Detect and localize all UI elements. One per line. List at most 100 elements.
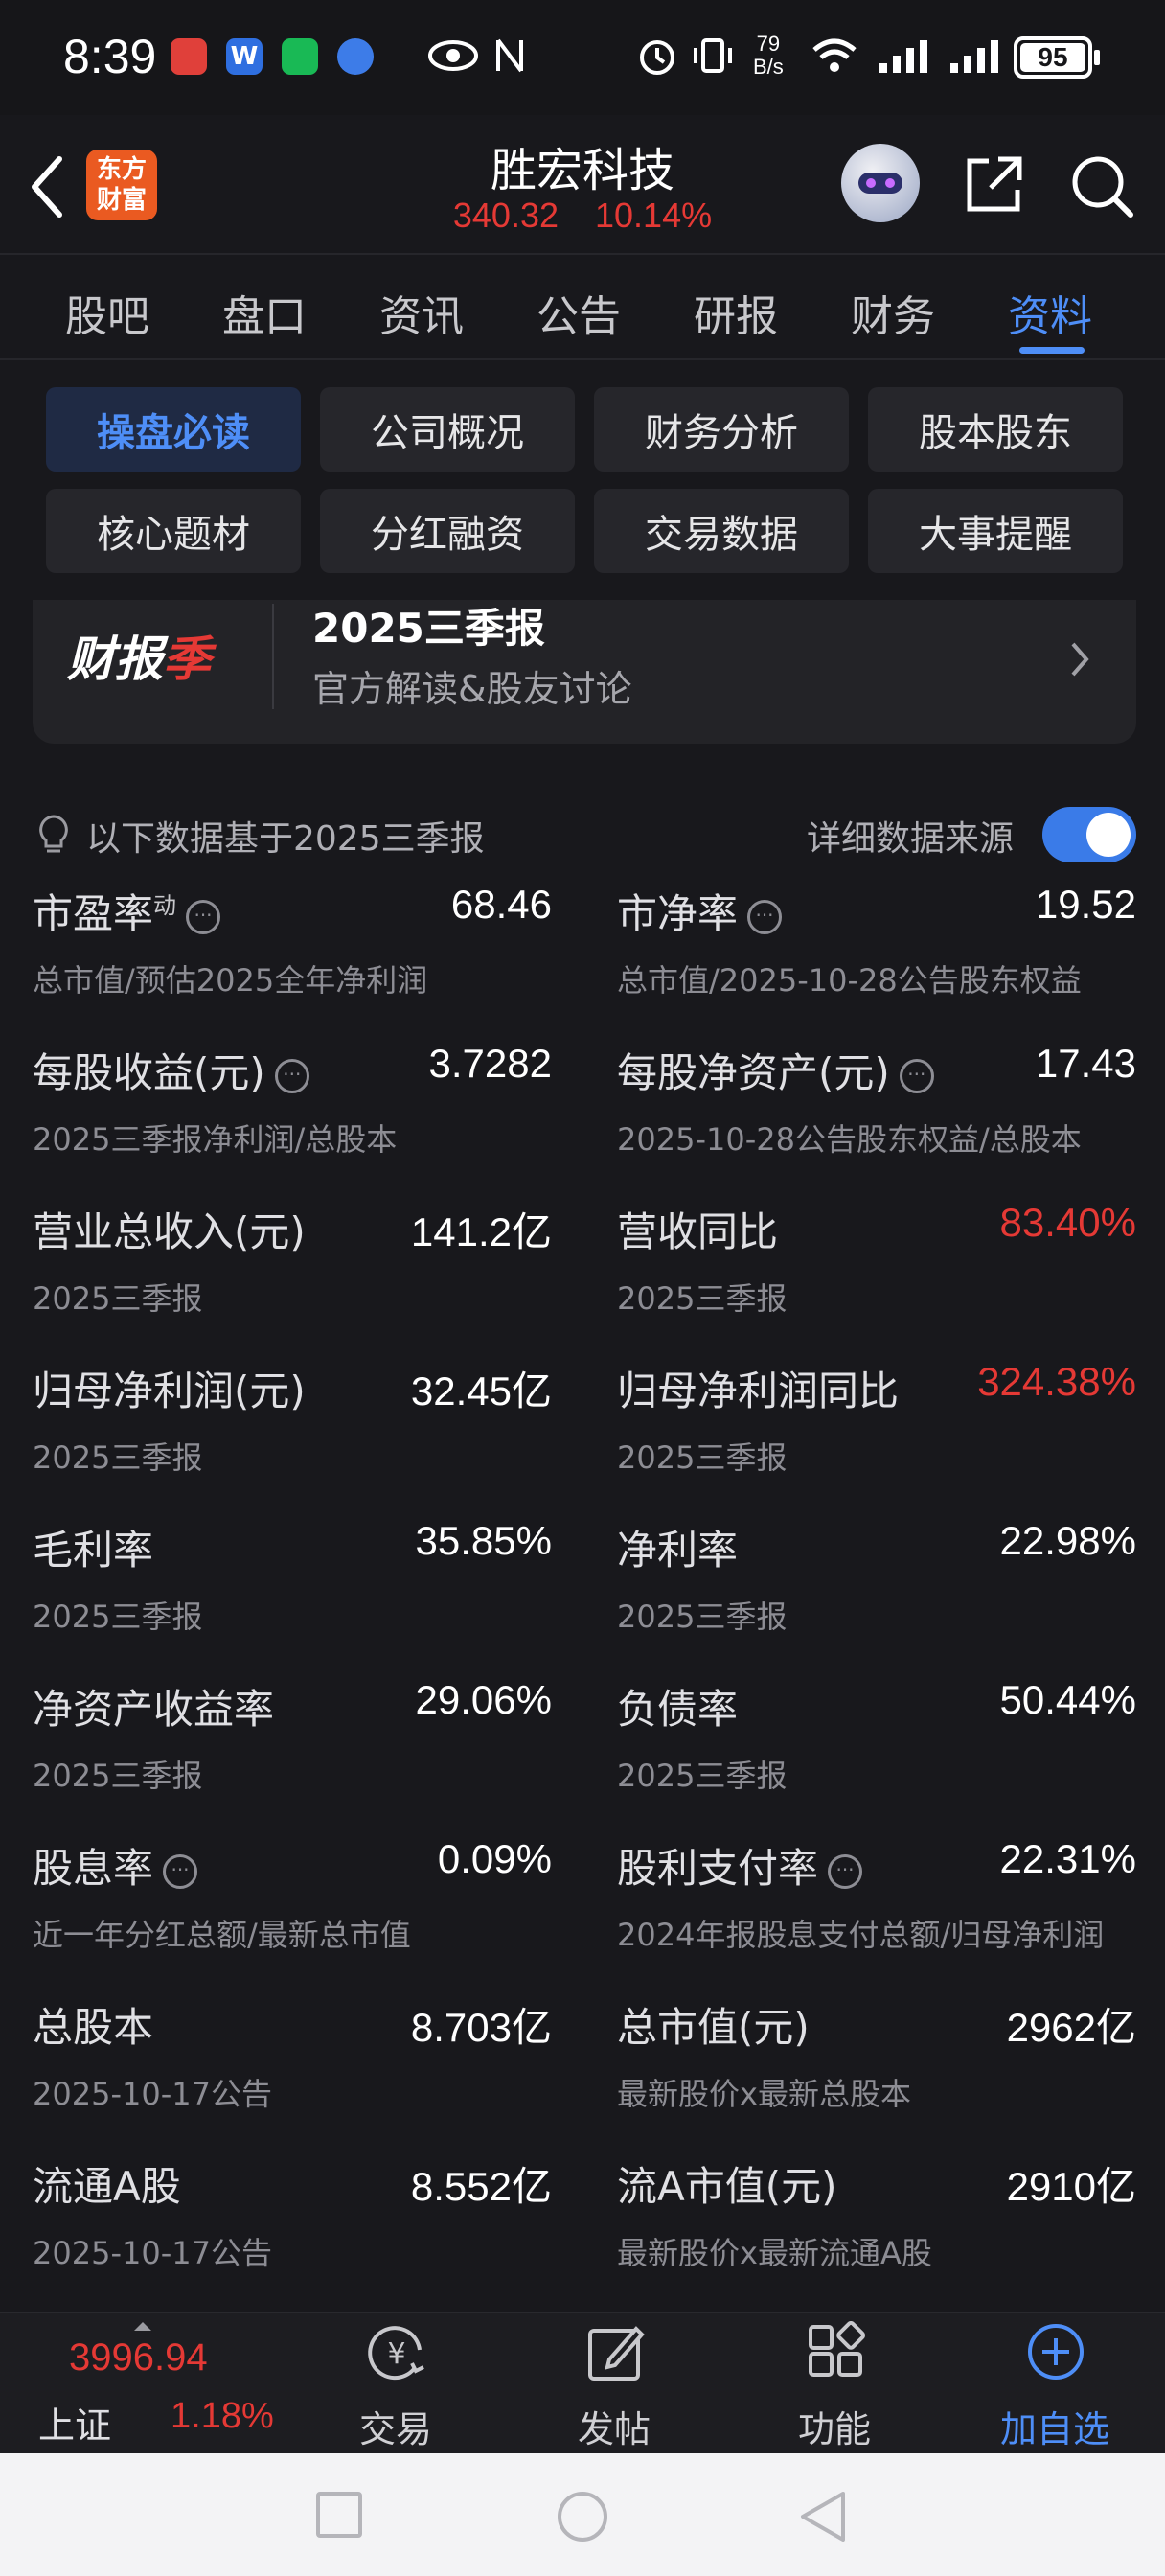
- metric-label: 流A市值(元): [617, 2154, 837, 2213]
- tab-finance[interactable]: 财务: [851, 282, 935, 343]
- metric-value: 32.45亿: [410, 1368, 552, 1414]
- subtab-dividends-financing[interactable]: 分红融资: [320, 489, 575, 573]
- metric-value: 141.2亿: [410, 1209, 552, 1254]
- share-icon[interactable]: [962, 153, 1025, 217]
- banner-logo-text: 财报: [67, 632, 163, 687]
- search-icon[interactable]: [1069, 153, 1136, 220]
- metric-label-superscript: 动: [153, 892, 177, 919]
- subtab-events[interactable]: 大事提醒: [868, 489, 1123, 573]
- toggle-knob: [1086, 813, 1131, 857]
- home-button[interactable]: [558, 2492, 607, 2542]
- status-time: 8:39: [63, 30, 157, 83]
- stock-price: 340.32: [452, 196, 559, 235]
- subtab-trading-data[interactable]: 交易数据: [594, 489, 849, 573]
- tab-guba[interactable]: 股吧: [65, 282, 149, 343]
- tab-research[interactable]: 研报: [694, 282, 778, 343]
- metric-description: 最新股价x最新流通A股: [617, 2235, 932, 2271]
- chevron-right-icon: [1071, 642, 1089, 677]
- metric-label-text: 负债率: [617, 1686, 739, 1733]
- main-tabs: 股吧 盘口 资讯 公告 研报 财务 资料: [0, 257, 1165, 360]
- subtab-shareholders[interactable]: 股本股东: [868, 387, 1123, 472]
- robot-assistant-icon[interactable]: [841, 144, 920, 222]
- system-nav-bar: [0, 2453, 1165, 2576]
- net-speed-unit: B/s: [753, 55, 784, 79]
- metric-label[interactable]: 市净率: [617, 882, 783, 940]
- data-source-toggle[interactable]: [1042, 807, 1136, 862]
- index-change-pct[interactable]: 1.18%: [171, 2396, 274, 2437]
- metric-value: 8.703亿: [410, 2005, 552, 2050]
- nav-add-watchlist-label: 加自选: [999, 2408, 1109, 2450]
- info-icon[interactable]: [163, 1853, 198, 1889]
- metric-label: 净资产收益率: [33, 1677, 274, 1736]
- nav-trade[interactable]: ¥ 交易: [324, 2313, 468, 2455]
- wechat-icon: [282, 38, 318, 75]
- recents-button[interactable]: [316, 2492, 362, 2538]
- index-name[interactable]: 上证: [38, 2396, 111, 2449]
- nav-post-label: 发帖: [577, 2408, 651, 2450]
- net-speed: 79 B/s: [753, 33, 784, 79]
- metric-value: 324.38%: [977, 1359, 1136, 1404]
- metric-label-text: 股息率: [33, 1845, 154, 1892]
- nav-trade-label: 交易: [358, 2408, 432, 2450]
- subtab-must-read[interactable]: 操盘必读: [46, 387, 301, 472]
- metric-value: 35.85%: [415, 1518, 552, 1563]
- index-value[interactable]: 3996.94: [69, 2336, 208, 2380]
- metric-label-text: 股利支付率: [617, 1845, 819, 1892]
- info-icon[interactable]: [186, 899, 221, 934]
- metric-label: 流通A股: [33, 2154, 181, 2213]
- metric-label-text: 流通A股: [33, 2163, 181, 2210]
- grid-apps-icon: [809, 2321, 866, 2377]
- metric-description: 2025三季报: [33, 1598, 203, 1635]
- stock-header: 东方 财富 胜宏科技 340.32 10.14%: [0, 115, 1165, 255]
- earnings-season-banner[interactable]: 财报季 2025三季报 官方解读&股友讨论: [33, 600, 1136, 744]
- info-icon[interactable]: [747, 899, 783, 934]
- tab-pankou[interactable]: 盘口: [222, 282, 307, 343]
- metric-label-text: 每股收益(元): [33, 1049, 265, 1096]
- tab-news[interactable]: 资讯: [379, 282, 464, 343]
- tab-profile[interactable]: 资料: [1008, 282, 1092, 343]
- plus-circle-icon: [1028, 2324, 1084, 2380]
- subtab-core-themes[interactable]: 核心题材: [46, 489, 301, 573]
- caret-up-icon: [134, 2322, 151, 2331]
- metric-description: 总市值/2025-10-28公告股东权益: [617, 962, 1082, 999]
- metric-description: 2025-10-28公告股东权益/总股本: [617, 1121, 1082, 1158]
- metric-label-text: 净利率: [617, 1527, 739, 1574]
- metric-label: 总市值(元): [617, 1995, 810, 2054]
- metric-label: 毛利率: [33, 1518, 153, 1576]
- metric-description: 2025三季报: [617, 1439, 788, 1476]
- battery-icon: 95: [1014, 36, 1092, 79]
- metric-value: 3.7282: [428, 1041, 552, 1086]
- metric-label[interactable]: 股息率: [33, 1836, 198, 1895]
- metric-value: 2962亿: [1006, 2005, 1136, 2050]
- metric-label-text: 营收同比: [617, 1208, 779, 1255]
- metric-label[interactable]: 股利支付率: [617, 1836, 863, 1895]
- vibrate-icon: [694, 38, 732, 73]
- metric-value: 19.52: [1035, 882, 1136, 927]
- battery-tip: [1094, 50, 1100, 65]
- metric-description: 2025三季报: [33, 1439, 203, 1476]
- metric-value: 68.46: [450, 882, 552, 927]
- metric-description: 2024年报股息支付总额/归母净利润: [617, 1917, 1105, 1953]
- subtab-financial-analysis[interactable]: 财务分析: [594, 387, 849, 472]
- subtab-company-overview[interactable]: 公司概况: [320, 387, 575, 472]
- nav-post[interactable]: 发帖: [542, 2313, 686, 2455]
- browser-icon: [337, 38, 374, 75]
- metric-label: 净利率: [617, 1518, 738, 1576]
- alarm-icon: [640, 40, 674, 75]
- metric-label: 营收同比: [617, 1200, 778, 1258]
- metric-description: 2025三季报: [617, 1598, 788, 1635]
- metric-value: 83.40%: [999, 1200, 1136, 1245]
- app-icon-red: [171, 38, 207, 75]
- metric-label[interactable]: 市盈率动: [33, 882, 221, 940]
- data-basis-note: 以下数据基于2025三季报: [86, 819, 485, 859]
- metric-description: 2025三季报: [33, 1758, 203, 1794]
- metric-label-text: 总市值(元): [617, 2004, 810, 2051]
- back-button[interactable]: [795, 2488, 849, 2545]
- nav-functions-label: 功能: [797, 2408, 871, 2450]
- metric-value: 2910亿: [1006, 2164, 1136, 2209]
- nav-add-watchlist[interactable]: 加自选: [983, 2313, 1127, 2455]
- svg-text:¥: ¥: [387, 2337, 405, 2371]
- nav-functions[interactable]: 功能: [763, 2313, 906, 2455]
- tab-announcements[interactable]: 公告: [537, 282, 621, 343]
- signal-icon: [879, 40, 927, 73]
